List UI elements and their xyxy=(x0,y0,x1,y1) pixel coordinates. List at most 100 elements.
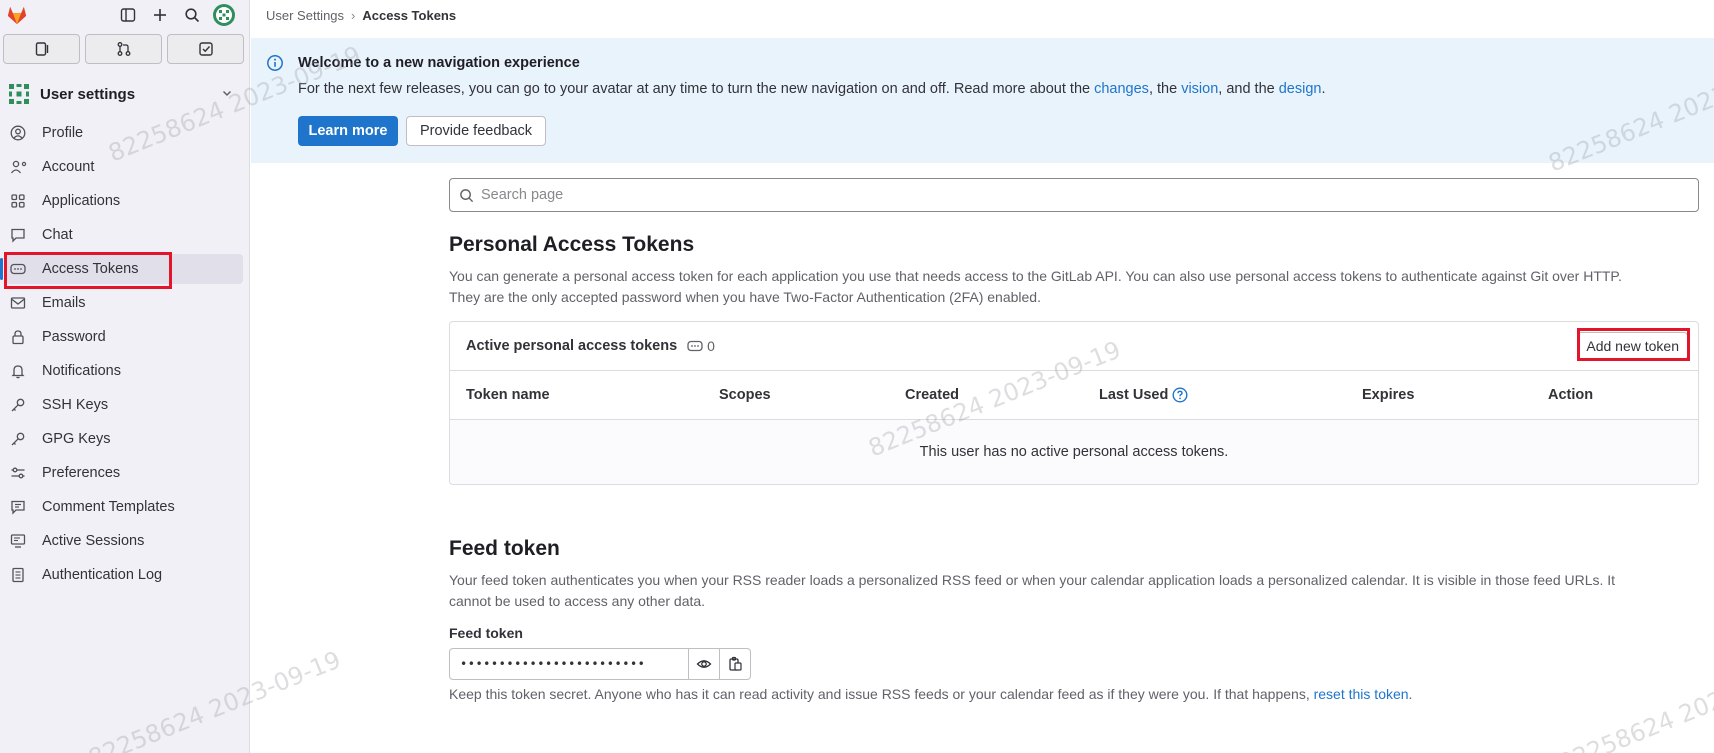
sidebar-item-access-tokens[interactable]: Access Tokens xyxy=(0,254,243,284)
sidebar-nav: Profile Account Applications Chat Access Tok… xyxy=(0,118,249,590)
gitlab-logo-icon[interactable] xyxy=(4,2,30,28)
sidebar-item-label: Password xyxy=(42,329,106,345)
key-icon xyxy=(10,430,32,448)
sidebar-item-emails[interactable]: Emails xyxy=(6,288,243,318)
sidebar-item-gpg-keys[interactable]: GPG Keys xyxy=(6,424,243,454)
tokens-table-header: Token name Scopes Created Last Used Expi… xyxy=(450,371,1698,420)
sidebar-item-notifications[interactable]: Notifications xyxy=(6,356,243,386)
token-icon xyxy=(10,260,32,278)
issues-icon xyxy=(35,42,48,56)
profile-icon xyxy=(10,124,32,142)
sidebar-toggle-icon[interactable] xyxy=(117,4,139,26)
sidebar-item-label: Active Sessions xyxy=(42,533,145,549)
sidebar-item-label: Comment Templates xyxy=(42,499,175,515)
sidebar-item-label: SSH Keys xyxy=(42,397,109,413)
breadcrumb-separator: › xyxy=(351,7,356,23)
changes-link[interactable]: changes xyxy=(1094,81,1149,97)
feed-help-prefix: Keep this token secret. Anyone who has i… xyxy=(449,686,1314,702)
eye-icon xyxy=(696,660,712,668)
add-new-token-button[interactable]: Add new token xyxy=(1577,332,1688,360)
col-token-name[interactable]: Token name xyxy=(466,387,719,403)
learn-more-button[interactable]: Learn more xyxy=(298,116,398,146)
card-header: Active personal access tokens 0 Add new … xyxy=(450,322,1698,371)
key-icon xyxy=(10,396,32,414)
empty-tokens-message: This user has no active personal access … xyxy=(450,420,1698,484)
copy-token-button[interactable] xyxy=(720,648,751,680)
user-settings-avatar-icon xyxy=(6,81,32,107)
bell-icon xyxy=(10,362,32,380)
mail-icon xyxy=(10,294,32,312)
col-expires[interactable]: Expires xyxy=(1362,387,1548,403)
feed-description-line1: Your feed token authenticates you when y… xyxy=(449,572,1616,588)
monitor-icon xyxy=(10,532,32,550)
pat-description-line1: You can generate a personal access token… xyxy=(449,268,1622,284)
sidebar-item-active-sessions[interactable]: Active Sessions xyxy=(6,526,243,556)
breadcrumb-parent[interactable]: User Settings xyxy=(266,8,344,23)
sidebar-item-label: GPG Keys xyxy=(42,431,111,447)
sidebar-item-label: Profile xyxy=(42,125,84,141)
reset-token-link[interactable]: reset this token xyxy=(1314,686,1409,702)
info-icon xyxy=(266,54,284,75)
sidebar-item-label: Chat xyxy=(42,227,73,243)
breadcrumb-current[interactable]: Access Tokens xyxy=(362,8,456,23)
sidebar-item-comment-templates[interactable]: Comment Templates xyxy=(6,492,243,522)
merge-requests-button[interactable] xyxy=(85,34,162,64)
feed-help-end: . xyxy=(1408,686,1413,702)
card-title: Active personal access tokens xyxy=(466,338,678,354)
sidebar-item-chat[interactable]: Chat xyxy=(6,220,243,250)
settings-content: Search page Personal Access Tokens You c… xyxy=(449,178,1699,702)
breadcrumb: User Settings › Access Tokens xyxy=(251,0,1714,30)
search-placeholder: Search page xyxy=(481,187,564,203)
search-icon[interactable] xyxy=(181,4,203,26)
navigation-banner: Welcome to a new navigation experience F… xyxy=(251,38,1714,163)
col-created[interactable]: Created xyxy=(905,387,1099,403)
context-switcher[interactable]: User settings xyxy=(0,76,249,112)
col-last-used[interactable]: Last Used xyxy=(1099,387,1362,403)
sidebar-item-authentication-log[interactable]: Authentication Log xyxy=(6,560,243,590)
account-icon xyxy=(10,158,32,176)
chevron-down-icon xyxy=(221,86,233,102)
col-action: Action xyxy=(1548,387,1594,403)
token-count-badge: 0 xyxy=(687,338,715,354)
vision-link[interactable]: vision xyxy=(1181,81,1218,97)
feed-description-line2: cannot be used to access any other data. xyxy=(449,593,706,609)
sidebar-item-label: Authentication Log xyxy=(42,567,163,583)
feed-token-description: Your feed token authenticates you when y… xyxy=(449,570,1699,612)
feed-token-input[interactable]: •••••••••••••••••••••••• xyxy=(449,648,689,680)
provide-feedback-button[interactable]: Provide feedback xyxy=(406,116,546,146)
plus-icon[interactable] xyxy=(149,4,171,26)
banner-text-mid2: , and the xyxy=(1218,81,1279,97)
sidebar-item-label: Access Tokens xyxy=(42,261,139,277)
issues-button[interactable] xyxy=(3,34,80,64)
lock-icon xyxy=(10,328,32,346)
context-label: User settings xyxy=(40,85,136,103)
todos-button[interactable] xyxy=(167,34,244,64)
preferences-icon xyxy=(10,464,32,482)
sidebar-item-label: Preferences xyxy=(42,465,121,481)
chat-icon xyxy=(10,226,32,244)
sidebar-item-account[interactable]: Account xyxy=(6,152,243,182)
search-page-input[interactable]: Search page xyxy=(449,178,1699,212)
avatar[interactable] xyxy=(213,4,235,26)
applications-icon xyxy=(10,192,32,210)
help-icon[interactable] xyxy=(1172,387,1188,403)
log-icon xyxy=(10,566,32,584)
sidebar-item-password[interactable]: Password xyxy=(6,322,243,352)
comment-icon xyxy=(10,498,32,516)
sidebar-item-applications[interactable]: Applications xyxy=(6,186,243,216)
sidebar-item-profile[interactable]: Profile xyxy=(6,118,243,148)
sidebar: User settings Profile Account Applications… xyxy=(0,0,250,753)
sidebar-item-ssh-keys[interactable]: SSH Keys xyxy=(6,390,243,420)
sidebar-item-preferences[interactable]: Preferences xyxy=(6,458,243,488)
todo-icon xyxy=(198,42,213,56)
banner-text-end: . xyxy=(1321,81,1326,97)
col-scopes[interactable]: Scopes xyxy=(719,387,905,403)
reveal-token-button[interactable] xyxy=(689,648,720,680)
sidebar-top-bar xyxy=(0,0,249,30)
copy-icon xyxy=(729,656,742,671)
banner-text-mid1: , the xyxy=(1148,81,1182,97)
sidebar-quick-actions xyxy=(0,30,249,68)
main-content: User Settings › Access Tokens Welcome to… xyxy=(251,0,1714,753)
design-link[interactable]: design xyxy=(1279,81,1322,97)
feed-token-help: Keep this token secret. Anyone who has i… xyxy=(449,686,1699,702)
